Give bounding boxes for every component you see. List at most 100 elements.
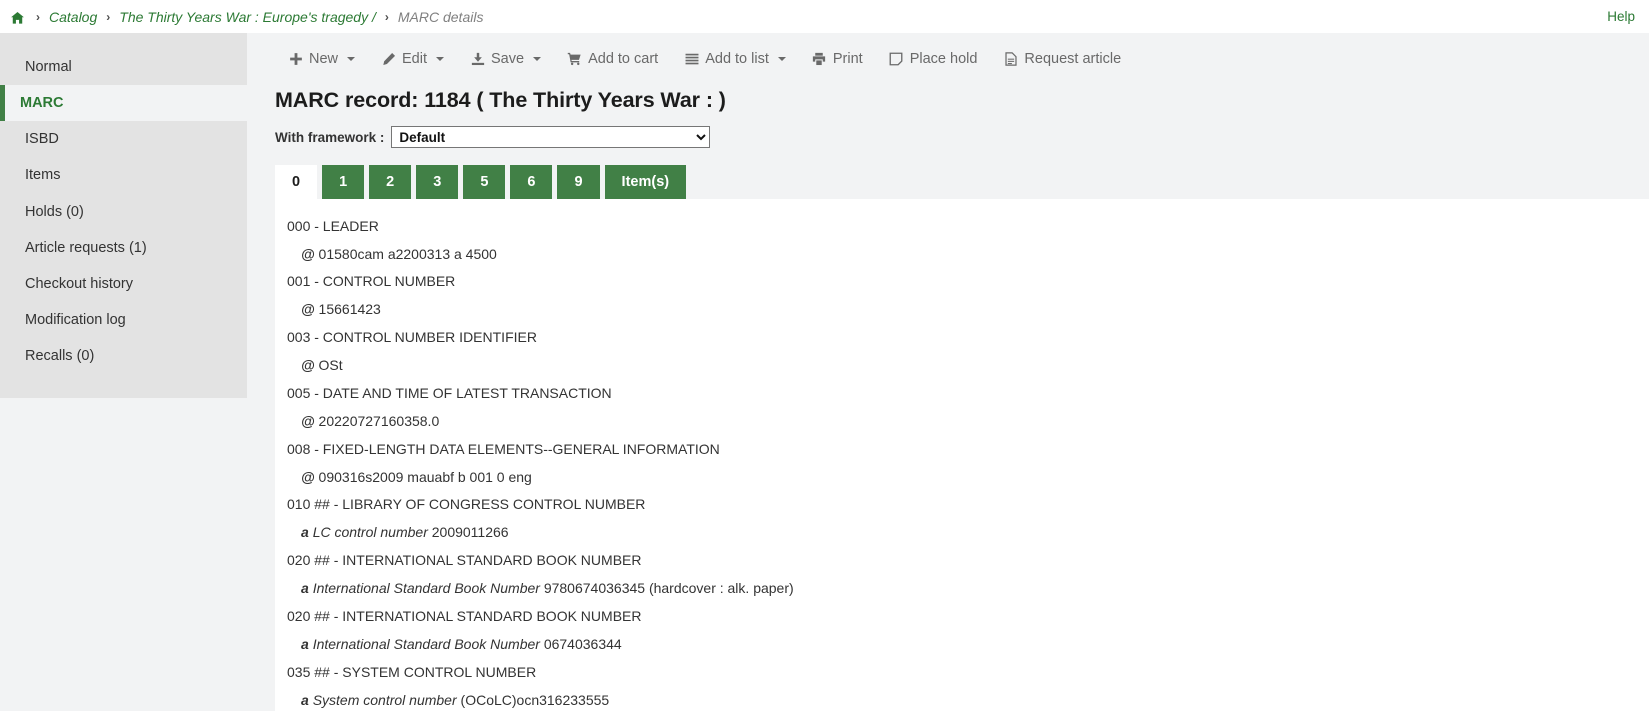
home-icon[interactable] [10,11,25,25]
marc-subfield-value: 090316s2009 mauabf b 001 0 eng [319,469,532,485]
marc-subfield-value: 0674036344 [544,636,622,652]
marc-subfield-code: @ [301,413,315,429]
breadcrumb: › Catalog › The Thirty Years War : Europ… [0,0,1649,33]
marc-subfield: @ 01580cam a2200313 a 4500 [287,241,1629,269]
marc-subfield: @ 15661423 [287,296,1629,324]
marc-field-tag: 020 ## - INTERNATIONAL STANDARD BOOK NUM… [287,547,1629,575]
marc-subfield-code: a [301,636,309,652]
marc-field-tag: 005 - DATE AND TIME OF LATEST TRANSACTIO… [287,380,1629,408]
tab-label: 1 [339,174,347,190]
tab-9[interactable]: 9 [557,165,599,199]
sidebar-item-holds-0[interactable]: Holds (0) [0,194,247,230]
marc-field-tag: 010 ## - LIBRARY OF CONGRESS CONTROL NUM… [287,491,1629,519]
marc-field-tag: 008 - FIXED-LENGTH DATA ELEMENTS--GENERA… [287,436,1629,464]
marc-subfield-code: @ [301,246,315,262]
marc-subfield-value: OSt [319,357,343,373]
chevron-down-icon [778,57,786,61]
sidebar-item-label: MARC [20,95,64,111]
sidebar-item-items[interactable]: Items [0,157,247,193]
toolbar-button-label: Edit [402,51,427,67]
sidebar-item-label: ISBD [25,131,59,147]
framework-label: With framework : [275,130,384,145]
document-icon [1003,52,1018,67]
download-icon [470,52,485,67]
tab-item-s[interactable]: Item(s) [605,165,687,199]
tab-0[interactable]: 0 [275,165,317,199]
marc-subfield-code: @ [301,357,315,373]
tab-2[interactable]: 2 [369,165,411,199]
marc-subfield: a LC control number 2009011266 [287,519,1629,547]
marc-subfield: a International Standard Book Number 978… [287,575,1629,603]
marc-field-tag: 003 - CONTROL NUMBER IDENTIFIER [287,324,1629,352]
tab-label: 2 [386,174,394,190]
sidebar-item-modification-log[interactable]: Modification log [0,302,247,338]
request-article-button[interactable]: Request article [990,45,1134,73]
sidebar-item-marc[interactable]: MARC [0,85,247,121]
tab-5[interactable]: 5 [463,165,505,199]
sidebar-item-checkout-history[interactable]: Checkout history [0,266,247,302]
tab-1[interactable]: 1 [322,165,364,199]
page-title: MARC record: 1184 ( The Thirty Years War… [275,88,1649,113]
sidebar-item-label: Holds (0) [25,204,84,220]
sidebar-item-recalls-0[interactable]: Recalls (0) [0,338,247,374]
marc-subfield-code: a [301,580,309,596]
sidebar-item-label: Article requests (1) [25,240,147,256]
page-body: Normal MARC ISBD Items Holds (0) Article requ… [0,33,1649,711]
breadcrumb-item-catalog[interactable]: Catalog [49,9,97,25]
new-button[interactable]: New [275,45,368,73]
marc-subfield-value: (OCoLC)ocn316233555 [461,692,610,708]
sidebar-item-normal[interactable]: Normal [0,49,247,85]
marc-field-tag: 035 ## - SYSTEM CONTROL NUMBER [287,659,1629,687]
tab-3[interactable]: 3 [416,165,458,199]
place-hold-button[interactable]: Place hold [876,45,991,73]
marc-subfield-description: International Standard Book Number [313,636,540,652]
save-button[interactable]: Save [457,45,554,73]
marc-subfield: a International Standard Book Number 067… [287,631,1629,659]
breadcrumb-item-record[interactable]: The Thirty Years War : Europe's tragedy … [119,9,376,25]
breadcrumb-separator: › [385,10,389,24]
sidebar-item-label: Items [25,167,60,183]
breadcrumb-item-current: MARC details [398,9,484,25]
toolbar-button-label: Print [833,51,863,67]
framework-select[interactable]: Default [391,126,710,148]
toolbar-button-label: Add to cart [588,51,658,67]
marc-subfield: @ OSt [287,352,1629,380]
add-to-cart-button[interactable]: Add to cart [554,45,671,73]
list-icon [684,52,699,67]
toolbar-button-label: Add to list [705,51,769,67]
print-button[interactable]: Print [799,45,876,73]
note-icon [889,52,904,67]
chevron-down-icon [533,57,541,61]
marc-subfield-code: a [301,692,309,708]
marc-subfield-description: International Standard Book Number [313,580,540,596]
marc-subfield-value: 01580cam a2200313 a 4500 [319,246,497,262]
tab-6[interactable]: 6 [510,165,552,199]
edit-button[interactable]: Edit [368,45,457,73]
marc-field-tag: 000 - LEADER [287,213,1629,241]
marc-field-tag: 020 ## - INTERNATIONAL STANDARD BOOK NUM… [287,603,1629,631]
add-to-list-button[interactable]: Add to list [671,45,799,73]
marc-subfield-value: 2009011266 [432,524,509,540]
framework-row: With framework : Default [275,126,1649,148]
sidebar-item-article-requests-1[interactable]: Article requests (1) [0,230,247,266]
marc-subfield-code: @ [301,301,315,317]
marc-subfield-code: @ [301,469,315,485]
marc-tab-list: 0 1 2 3 5 6 9 Item(s) [275,165,1649,199]
tab-label: Item(s) [622,174,670,190]
tab-label: 5 [480,174,488,190]
sidebar: Normal MARC ISBD Items Holds (0) Article requ… [0,33,247,398]
tab-label: 0 [292,174,300,190]
main-content: New Edit Save Add to cart Add to list Print Pl… [247,33,1649,711]
tab-label: 6 [527,174,535,190]
printer-icon [812,52,827,67]
plus-icon [288,52,303,67]
marc-subfield-description: LC control number [313,524,428,540]
sidebar-item-isbd[interactable]: ISBD [0,121,247,157]
marc-field-panel: 000 - LEADER@ 01580cam a2200313 a 450000… [275,199,1649,711]
help-link[interactable]: Help [1607,9,1635,24]
marc-subfield-value: 20220727160358.0 [319,413,440,429]
marc-field-tag: 001 - CONTROL NUMBER [287,268,1629,296]
sidebar-item-label: Normal [25,59,72,75]
marc-subfield-value: 15661423 [319,301,381,317]
marc-subfield-value: 9780674036345 (hardcover : alk. paper) [544,580,794,596]
